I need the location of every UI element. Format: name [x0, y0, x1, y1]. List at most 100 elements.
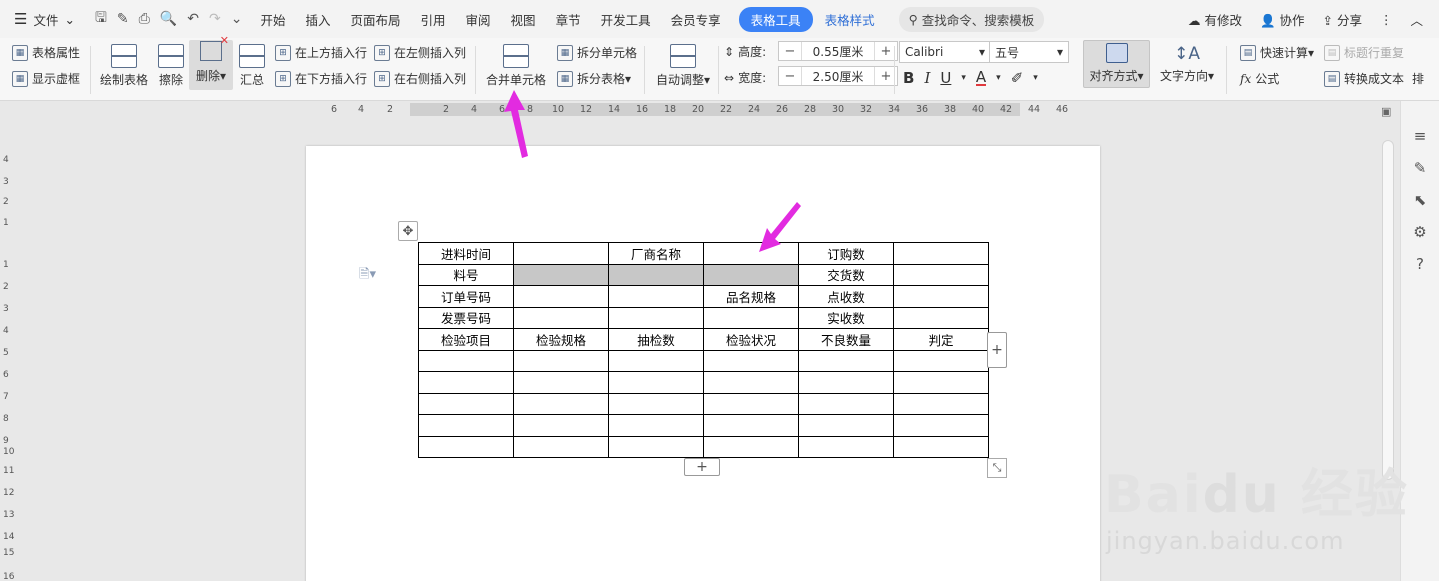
table-cell[interactable] — [513, 306, 609, 329]
table-cell[interactable]: 不良数量 — [798, 328, 894, 351]
table-cell[interactable]: 订单号码 — [418, 285, 514, 308]
vertical-scrollbar[interactable] — [1382, 140, 1394, 480]
table-cell[interactable]: 实收数 — [798, 306, 894, 329]
save-icon[interactable]: 🖫 — [95, 7, 107, 31]
header-repeat-button[interactable]: ▤ 标题行重复 — [1324, 44, 1404, 61]
table-cell[interactable] — [513, 285, 609, 308]
settings-sliders-icon[interactable]: ⚙ — [1413, 223, 1426, 241]
table-cell[interactable] — [513, 414, 609, 437]
undo-icon[interactable]: ↶ — [187, 11, 199, 27]
redo-icon[interactable]: ↷ — [209, 11, 221, 27]
tab-review[interactable]: 审阅 — [456, 10, 501, 29]
table-cell[interactable] — [608, 371, 704, 394]
table-cell[interactable] — [703, 349, 799, 372]
split-table-button[interactable]: ▦ 拆分表格▾ — [557, 70, 631, 87]
table-resize-handle[interactable]: ⤡ — [987, 458, 1007, 478]
tab-table-tools[interactable]: 表格工具 — [738, 6, 813, 32]
table-cell[interactable] — [893, 392, 989, 415]
table-cell[interactable]: 品名规格 — [703, 285, 799, 308]
pointer-icon[interactable]: ⬉ — [1414, 191, 1427, 209]
collapse-ribbon-icon[interactable]: ︿ — [1410, 10, 1423, 29]
table-move-handle[interactable]: ✥ — [398, 221, 418, 241]
font-color-icon[interactable]: A — [975, 70, 987, 86]
table-cell[interactable]: 判定 — [893, 328, 989, 351]
height-spinner[interactable]: − 0.55厘米 + — [778, 41, 898, 61]
font-size-select[interactable]: 五号 ▾ — [989, 41, 1069, 63]
table-cell[interactable]: 抽检数 — [608, 328, 704, 351]
height-value[interactable]: 0.55厘米 — [801, 42, 875, 60]
text-direction-button[interactable]: ↕A 文字方向▾ — [1160, 44, 1214, 84]
table-cell[interactable] — [798, 414, 894, 437]
italic-icon[interactable]: I — [924, 69, 930, 87]
print-icon[interactable]: ⎙ — [139, 11, 150, 27]
table-cell[interactable]: 交货数 — [798, 263, 894, 286]
insert-left-button[interactable]: ⊞ 在左侧插入列 — [374, 44, 466, 61]
table-cell[interactable]: 料号 — [418, 263, 514, 286]
search-box[interactable]: ⚲ 查找命令、搜索模板 — [898, 6, 1045, 32]
tab-home[interactable]: 开始 — [250, 10, 295, 29]
tab-references[interactable]: 引用 — [411, 10, 456, 29]
merge-cells-button[interactable]: 合并单元格 — [486, 44, 546, 88]
tab-insert[interactable]: 插入 — [295, 10, 340, 29]
table-cell[interactable] — [608, 263, 704, 286]
width-decrease-button[interactable]: − — [779, 67, 801, 85]
table-cell[interactable] — [608, 392, 704, 415]
menu-lines-icon[interactable]: ≡ — [1414, 127, 1427, 145]
table-cell[interactable] — [798, 435, 894, 458]
format-painter-icon[interactable]: ✎ — [117, 11, 129, 27]
bold-icon[interactable]: B — [903, 69, 914, 87]
table-cell[interactable] — [703, 371, 799, 394]
table-cell[interactable] — [608, 306, 704, 329]
table-cell[interactable] — [608, 349, 704, 372]
add-column-button[interactable]: + — [987, 332, 1007, 368]
file-menu[interactable]: ☰ 文件 ⌄ — [0, 10, 87, 29]
table-cell[interactable] — [798, 349, 894, 372]
table-cell[interactable] — [893, 435, 989, 458]
table-cell[interactable]: 点收数 — [798, 285, 894, 308]
font-name-select[interactable]: Calibri ▾ — [899, 41, 991, 63]
tab-view[interactable]: 视图 — [501, 10, 546, 29]
pen-icon[interactable]: ✎ — [1414, 159, 1427, 177]
summary-button[interactable]: 汇总 — [239, 44, 265, 88]
table-cell[interactable] — [513, 349, 609, 372]
sort-button[interactable]: 排 — [1412, 70, 1424, 87]
table-cell[interactable]: 厂商名称 — [608, 242, 704, 265]
table-cell[interactable] — [893, 371, 989, 394]
tab-page-layout[interactable]: 页面布局 — [341, 10, 411, 29]
table-cell[interactable] — [893, 242, 989, 265]
tab-developer[interactable]: 开发工具 — [591, 10, 661, 29]
print-preview-icon[interactable]: 🔍 — [160, 11, 177, 27]
table-cell[interactable] — [513, 371, 609, 394]
split-cells-button[interactable]: ▦ 拆分单元格 — [557, 44, 637, 61]
table-cell[interactable] — [513, 263, 609, 286]
inspection-table[interactable]: 进料时间 厂商名称 订购数 料号 交货数 订单号码 品名规格 点收数 发票号码 实收数 检验项目 检验… — [418, 242, 989, 458]
table-cell[interactable] — [893, 414, 989, 437]
convert-text-button[interactable]: ▤ 转换成文本 — [1324, 70, 1404, 87]
table-cell[interactable] — [798, 392, 894, 415]
underline-icon[interactable]: U — [940, 69, 951, 87]
table-cell[interactable] — [418, 349, 514, 372]
width-value[interactable]: 2.50厘米 — [801, 67, 875, 85]
table-cell[interactable] — [418, 435, 514, 458]
table-cell[interactable] — [893, 306, 989, 329]
more-icon[interactable]: ⋮ — [1380, 12, 1393, 27]
table-cell[interactable] — [798, 371, 894, 394]
insert-right-button[interactable]: ⊞ 在右侧插入列 — [374, 70, 466, 87]
insert-above-button[interactable]: ⊞ 在上方插入行 — [275, 44, 367, 61]
table-cell[interactable]: 检验规格 — [513, 328, 609, 351]
collab-button[interactable]: 👤 协作 — [1260, 10, 1305, 29]
help-icon[interactable]: ? — [1416, 255, 1424, 273]
table-cell[interactable] — [703, 392, 799, 415]
table-cell[interactable] — [703, 435, 799, 458]
table-cell[interactable]: 进料时间 — [418, 242, 514, 265]
insert-below-button[interactable]: ⊞ 在下方插入行 — [275, 70, 367, 87]
table-cell[interactable] — [513, 392, 609, 415]
document-icon[interactable]: 🗎▾ — [359, 265, 376, 287]
table-cell[interactable] — [703, 263, 799, 286]
highlight-icon[interactable]: ✐ — [1011, 69, 1024, 87]
table-cell[interactable]: 订购数 — [798, 242, 894, 265]
table-cell[interactable] — [418, 392, 514, 415]
height-decrease-button[interactable]: − — [779, 42, 801, 60]
tab-member[interactable]: 会员专享 — [661, 10, 731, 29]
add-row-button[interactable]: + — [684, 458, 720, 476]
